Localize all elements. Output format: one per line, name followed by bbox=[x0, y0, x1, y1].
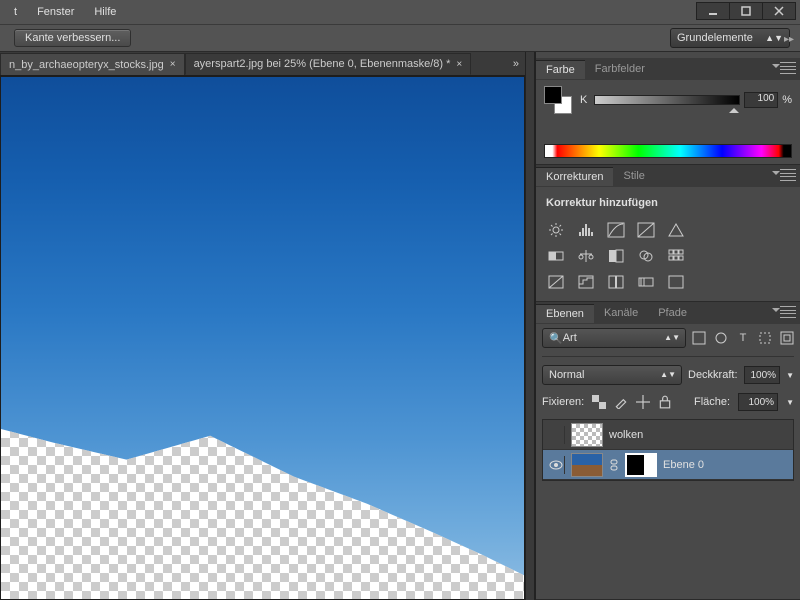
channel-mixer-icon[interactable] bbox=[666, 247, 686, 265]
layer-name[interactable]: Ebene 0 bbox=[663, 459, 704, 471]
filter-pixel-icon[interactable] bbox=[692, 331, 706, 345]
lock-transparency-icon[interactable] bbox=[592, 395, 606, 409]
color-spectrum[interactable] bbox=[544, 144, 792, 158]
filter-adjust-icon[interactable] bbox=[714, 331, 728, 345]
panel-menu-icon[interactable] bbox=[780, 169, 796, 181]
brightness-icon[interactable] bbox=[546, 221, 566, 239]
document-tab-2[interactable]: ayerspart2.jpg bei 25% (Ebene 0, Ebenenm… bbox=[185, 53, 472, 75]
panel-gutter[interactable] bbox=[525, 52, 535, 600]
workspace-label: Grundelemente bbox=[677, 32, 753, 44]
photo-filter-icon[interactable] bbox=[636, 247, 656, 265]
posterize-icon[interactable] bbox=[576, 273, 596, 291]
filter-smart-icon[interactable] bbox=[780, 331, 794, 345]
tab-adjustments[interactable]: Korrekturen bbox=[536, 167, 613, 186]
visibility-toggle[interactable] bbox=[547, 456, 565, 474]
k-slider[interactable] bbox=[594, 95, 740, 105]
selective-color-icon[interactable] bbox=[666, 273, 686, 291]
lock-paint-icon[interactable] bbox=[614, 395, 628, 409]
tab-label: ayerspart2.jpg bei 25% (Ebene 0, Ebenenm… bbox=[194, 58, 451, 70]
document-canvas[interactable] bbox=[0, 76, 525, 600]
adjustment-title: Korrektur hinzufügen bbox=[544, 193, 792, 217]
document-tab-1[interactable]: n_by_archaeopteryx_stocks.jpg × bbox=[0, 53, 185, 75]
lock-position-icon[interactable] bbox=[636, 395, 650, 409]
tab-paths[interactable]: Pfade bbox=[648, 304, 697, 322]
opacity-label: Deckkraft: bbox=[688, 369, 738, 381]
fill-input[interactable]: 100% bbox=[738, 393, 778, 411]
close-button[interactable] bbox=[762, 2, 796, 20]
menu-partial[interactable]: t bbox=[4, 3, 27, 21]
fill-label: Fläche: bbox=[694, 396, 730, 408]
panel-menu-icon[interactable] bbox=[780, 62, 796, 74]
workspace-switcher[interactable]: Grundelemente ▲▼ bbox=[670, 28, 790, 48]
layer-row[interactable]: wolken bbox=[543, 420, 793, 450]
bw-icon[interactable] bbox=[606, 247, 626, 265]
filter-type-icon[interactable]: T bbox=[736, 331, 750, 345]
close-icon[interactable]: × bbox=[456, 59, 462, 70]
tab-color[interactable]: Farbe bbox=[536, 60, 585, 79]
color-swatches[interactable] bbox=[544, 86, 572, 114]
percent-label: % bbox=[782, 94, 792, 106]
filter-shape-icon[interactable] bbox=[758, 331, 772, 345]
mask-thumbnail[interactable] bbox=[625, 453, 657, 477]
foreground-swatch[interactable] bbox=[544, 86, 562, 104]
gradient-map-icon[interactable] bbox=[636, 273, 656, 291]
levels-icon[interactable] bbox=[576, 221, 596, 239]
tab-swatches[interactable]: Farbfelder bbox=[585, 60, 655, 78]
lock-all-icon[interactable] bbox=[658, 395, 672, 409]
threshold-icon[interactable] bbox=[606, 273, 626, 291]
chevron-down-icon[interactable]: ▼ bbox=[786, 398, 794, 407]
curves-icon[interactable] bbox=[606, 221, 626, 239]
vibrance-icon[interactable] bbox=[666, 221, 686, 239]
panel-menu-icon[interactable] bbox=[780, 306, 796, 318]
layer-row[interactable]: Ebene 0 bbox=[543, 450, 793, 480]
hue-icon[interactable] bbox=[546, 247, 566, 265]
chevron-down-icon[interactable]: ▼ bbox=[786, 371, 794, 380]
layer-name[interactable]: wolken bbox=[609, 429, 643, 441]
blend-label: Normal bbox=[549, 369, 584, 381]
layer-thumbnail[interactable] bbox=[571, 453, 603, 477]
exposure-icon[interactable] bbox=[636, 221, 656, 239]
tab-layers[interactable]: Ebenen bbox=[536, 304, 594, 323]
tab-channels[interactable]: Kanäle bbox=[594, 304, 648, 322]
layer-filter-dropdown[interactable]: 🔍 Art ▲▼ bbox=[542, 328, 686, 348]
lock-label: Fixieren: bbox=[542, 396, 584, 408]
tab-styles[interactable]: Stile bbox=[613, 167, 654, 185]
opacity-input[interactable]: 100% bbox=[744, 366, 781, 384]
channel-label: K bbox=[580, 94, 590, 106]
k-value-input[interactable]: 100 bbox=[744, 92, 778, 108]
visibility-toggle[interactable] bbox=[547, 426, 565, 444]
refine-edge-button[interactable]: Kante verbessern... bbox=[14, 29, 131, 47]
search-icon: 🔍 bbox=[549, 332, 563, 345]
menu-fenster[interactable]: Fenster bbox=[27, 3, 84, 21]
color-balance-icon[interactable] bbox=[576, 247, 596, 265]
invert-icon[interactable] bbox=[546, 273, 566, 291]
tab-label: n_by_archaeopteryx_stocks.jpg bbox=[9, 59, 164, 71]
collapse-panels-icon[interactable]: ▸▸ bbox=[784, 34, 794, 45]
tab-overflow-icon[interactable]: » bbox=[513, 58, 519, 70]
maximize-button[interactable] bbox=[729, 2, 763, 20]
blend-mode-dropdown[interactable]: Normal ▲▼ bbox=[542, 365, 682, 385]
mask-link-icon[interactable] bbox=[609, 459, 619, 471]
chevron-updown-icon: ▲▼ bbox=[765, 35, 783, 42]
minimize-button[interactable] bbox=[696, 2, 730, 20]
menu-hilfe[interactable]: Hilfe bbox=[84, 3, 126, 21]
layer-list: wolken Ebene 0 bbox=[542, 419, 794, 481]
filter-label: Art bbox=[563, 332, 577, 344]
close-icon[interactable]: × bbox=[170, 59, 176, 70]
layer-thumbnail[interactable] bbox=[571, 423, 603, 447]
